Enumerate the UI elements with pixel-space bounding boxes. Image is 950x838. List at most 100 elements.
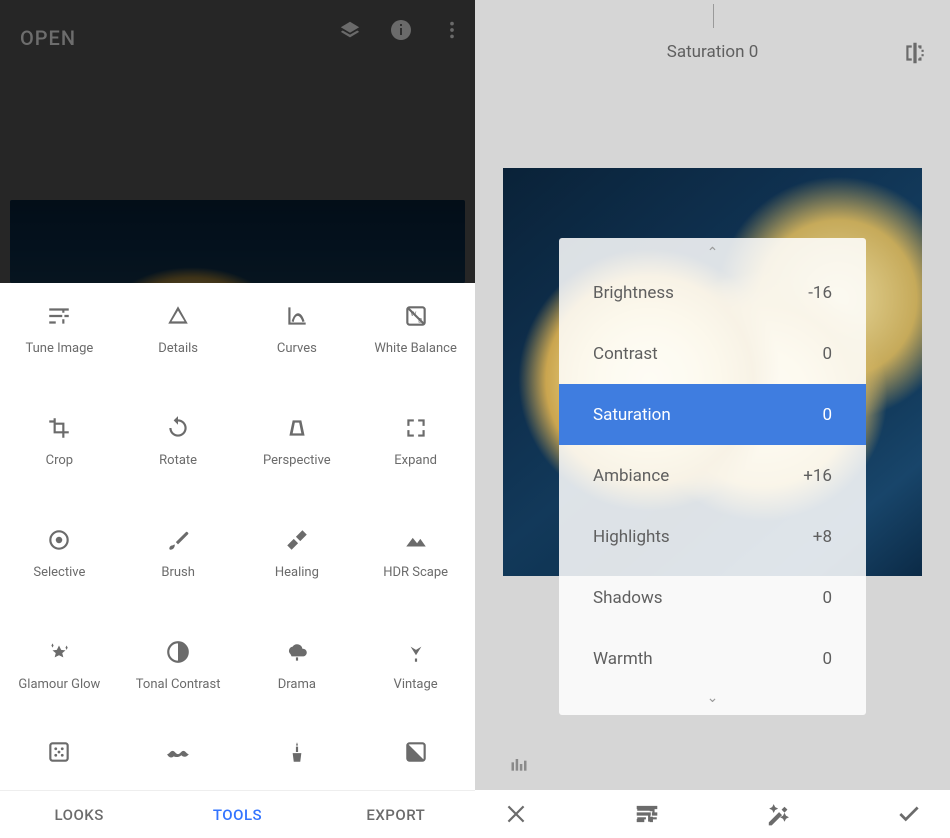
compare-button[interactable] <box>898 36 932 70</box>
svg-text:W: W <box>410 310 416 318</box>
tool-grainy-film[interactable] <box>0 731 119 790</box>
tool-curves[interactable]: Curves <box>238 283 357 395</box>
tool-label: Crop <box>46 453 73 469</box>
tab-export[interactable]: EXPORT <box>317 791 475 838</box>
hdr-scape-icon <box>401 525 431 555</box>
tool-rotate[interactable]: Rotate <box>119 395 238 507</box>
tool-glamour-glow[interactable]: Glamour Glow <box>0 619 119 731</box>
tool-drama[interactable]: Drama <box>238 619 357 731</box>
tool-hdr-scape[interactable]: HDR Scape <box>356 507 475 619</box>
tab-tools[interactable]: TOOLS <box>158 791 316 838</box>
param-name: Contrast <box>593 344 658 364</box>
histogram-button[interactable] <box>507 754 531 778</box>
param-value: +8 <box>813 527 832 547</box>
tool-label: Healing <box>275 565 319 581</box>
chevron-up-icon: ⌃ <box>559 244 866 262</box>
overflow-menu-icon[interactable] <box>441 19 463 45</box>
selective-icon <box>44 525 74 555</box>
info-icon[interactable] <box>389 18 413 46</box>
apply-button[interactable] <box>886 791 932 837</box>
tonal-contrast-icon <box>163 637 193 667</box>
param-name: Shadows <box>593 588 663 608</box>
tool-grunge[interactable] <box>238 731 357 790</box>
param-name: Brightness <box>593 283 674 303</box>
bottom-tabs: LOOKS TOOLS EXPORT <box>0 790 475 838</box>
param-value: -16 <box>808 283 832 303</box>
layers-icon[interactable] <box>339 19 361 45</box>
edit-action-bar <box>475 790 950 838</box>
rotate-icon <box>163 413 193 443</box>
slider-center-tick <box>713 4 714 28</box>
tool-label: Tune Image <box>25 341 93 357</box>
param-row-brightness[interactable]: Brightness -16 <box>559 262 866 323</box>
tool-label: Perspective <box>263 453 331 469</box>
param-row-highlights[interactable]: Highlights +8 <box>559 506 866 567</box>
curves-icon <box>282 301 312 331</box>
tool-black-white[interactable] <box>356 731 475 790</box>
chevron-down-icon: ⌄ <box>559 689 866 707</box>
param-name: Warmth <box>593 649 653 669</box>
vintage-icon <box>401 637 431 667</box>
svg-text:B: B <box>418 317 422 325</box>
param-row-ambiance[interactable]: Ambiance +16 <box>559 445 866 506</box>
healing-icon <box>282 525 312 555</box>
param-row-contrast[interactable]: Contrast 0 <box>559 323 866 384</box>
param-value: 0 <box>822 344 832 364</box>
brush-icon <box>163 525 193 555</box>
tool-label: Drama <box>278 677 316 693</box>
tool-label: Expand <box>394 453 437 469</box>
grainy-film-icon <box>44 737 74 767</box>
image-preview-thumb <box>10 200 465 283</box>
auto-fix-button[interactable] <box>755 791 801 837</box>
tool-crop[interactable]: Crop <box>0 395 119 507</box>
tool-label: Rotate <box>159 453 197 469</box>
drama-icon <box>282 637 312 667</box>
mustache-icon <box>163 737 193 767</box>
guitar-icon <box>282 737 312 767</box>
tool-vintage[interactable]: Vintage <box>356 619 475 731</box>
tool-label: Vintage <box>394 677 438 693</box>
tool-label: Details <box>158 341 198 357</box>
param-name: Highlights <box>593 527 670 547</box>
param-value: 0 <box>822 649 832 669</box>
param-value: 0 <box>822 588 832 608</box>
param-row-saturation[interactable]: Saturation 0 <box>559 384 866 445</box>
tool-brush[interactable]: Brush <box>119 507 238 619</box>
tab-looks[interactable]: LOOKS <box>0 791 158 838</box>
tools-panel: Tune Image Details Curves WB White Balan… <box>0 283 475 790</box>
tool-white-balance[interactable]: WB White Balance <box>356 283 475 395</box>
tune-icon <box>44 301 74 331</box>
tool-label: Tonal Contrast <box>136 677 221 693</box>
adjust-sliders-button[interactable] <box>624 791 670 837</box>
param-name: Saturation <box>593 405 671 425</box>
tool-tune-image[interactable]: Tune Image <box>0 283 119 395</box>
param-row-warmth[interactable]: Warmth 0 <box>559 628 866 689</box>
param-value: +16 <box>803 466 832 486</box>
glamour-glow-icon <box>44 637 74 667</box>
tool-label: Glamour Glow <box>18 677 100 693</box>
tool-label: White Balance <box>374 341 457 357</box>
tool-label: HDR Scape <box>383 565 448 581</box>
param-value: 0 <box>822 405 832 425</box>
bw-icon <box>401 737 431 767</box>
param-row-shadows[interactable]: Shadows 0 <box>559 567 866 628</box>
tool-tonal-contrast[interactable]: Tonal Contrast <box>119 619 238 731</box>
tool-selective[interactable]: Selective <box>0 507 119 619</box>
parameter-picker[interactable]: ⌃ Brightness -16 Contrast 0 Saturation 0… <box>559 238 866 715</box>
details-icon <box>163 301 193 331</box>
tool-label: Curves <box>277 341 317 357</box>
tool-retrolux[interactable] <box>119 731 238 790</box>
open-button[interactable]: OPEN <box>20 26 76 50</box>
tool-label: Brush <box>161 565 195 581</box>
cancel-button[interactable] <box>493 791 539 837</box>
perspective-icon <box>282 413 312 443</box>
tool-healing[interactable]: Healing <box>238 507 357 619</box>
white-balance-icon: WB <box>401 301 431 331</box>
tool-perspective[interactable]: Perspective <box>238 395 357 507</box>
tool-label: Selective <box>33 565 85 581</box>
crop-icon <box>44 413 74 443</box>
tool-expand[interactable]: Expand <box>356 395 475 507</box>
param-name: Ambiance <box>593 466 669 486</box>
current-parameter-label: Saturation 0 <box>475 42 950 62</box>
tool-details[interactable]: Details <box>119 283 238 395</box>
